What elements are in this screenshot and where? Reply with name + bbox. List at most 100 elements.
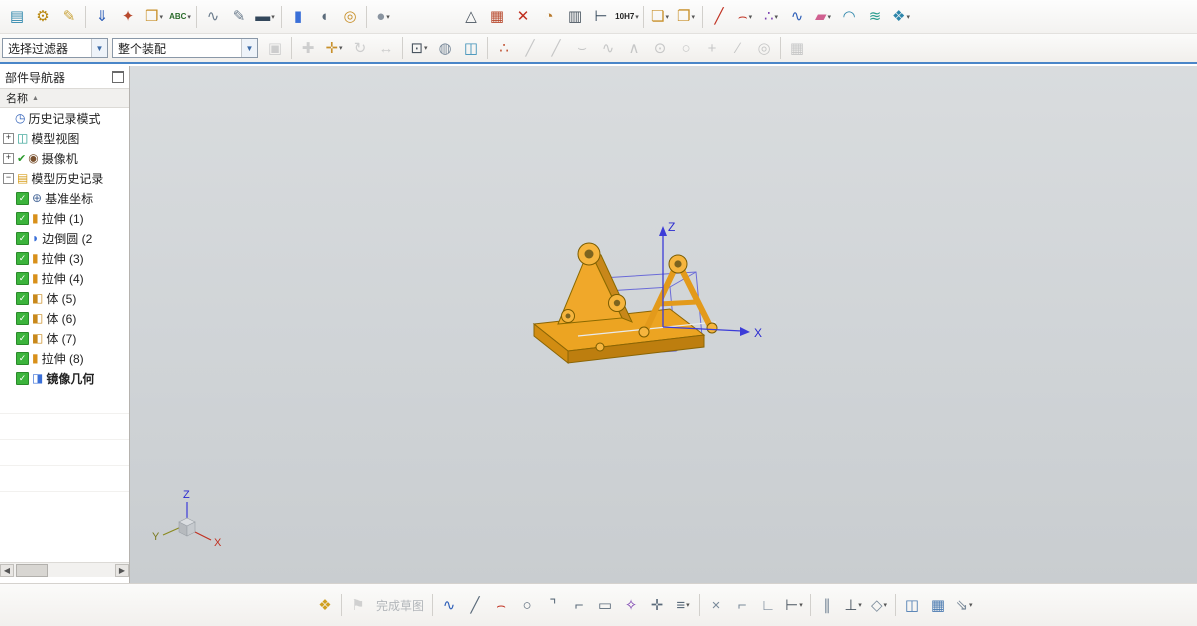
mirror-curve-icon[interactable]: ◫ bbox=[900, 593, 924, 617]
studio-spline-icon[interactable]: ✧ bbox=[619, 593, 643, 617]
layers-icon[interactable]: ▤ bbox=[5, 5, 29, 29]
dropdown-arrow-icon[interactable]: ▾ bbox=[271, 13, 275, 21]
dropdown-arrow-icon[interactable]: ▾ bbox=[159, 13, 163, 21]
feature-checkbox[interactable]: ✓ bbox=[16, 291, 29, 305]
section-pencil-icon[interactable]: ✎ bbox=[227, 5, 251, 29]
tree-item-extrude-4[interactable]: ✓ ▮ 拉伸 (4) bbox=[0, 268, 129, 288]
navigator-horizontal-scrollbar[interactable]: ◀ ▶ bbox=[0, 562, 129, 577]
expand-toggle-icon[interactable]: − bbox=[3, 172, 14, 184]
unite-icon[interactable]: ❏ ▾ bbox=[648, 5, 672, 29]
offset-surface-icon[interactable]: ❖ ▾ bbox=[889, 5, 913, 29]
tree-item-extrude-8[interactable]: ✓ ▮ 拉伸 (8) bbox=[0, 348, 129, 368]
rectangle-icon[interactable]: ▭ bbox=[593, 593, 617, 617]
snap-midpoint-icon[interactable]: ╱ bbox=[544, 36, 568, 60]
scroll-left-icon[interactable]: ◀ bbox=[0, 563, 14, 577]
expand-toggle-icon[interactable]: + bbox=[3, 152, 14, 164]
corner-arc-icon[interactable]: ⌝ bbox=[541, 593, 565, 617]
revolve-icon[interactable]: ◖ bbox=[312, 5, 336, 29]
feature-checkbox[interactable]: ✓ bbox=[16, 351, 29, 365]
draft-icon[interactable]: △ bbox=[459, 5, 483, 29]
dropdown-arrow-icon[interactable]: ▾ bbox=[665, 13, 669, 21]
swept-icon[interactable]: ◠ bbox=[837, 5, 861, 29]
tree-item-body-5[interactable]: ✓ ◧ 体 (5) bbox=[0, 288, 129, 308]
dropdown-arrow-icon[interactable]: ▾ bbox=[686, 601, 690, 609]
quick-trim-icon[interactable]: × bbox=[704, 593, 728, 617]
pattern-curve-icon[interactable]: ▦ bbox=[926, 593, 950, 617]
navigator-column-header[interactable]: 名称 ▲ bbox=[0, 88, 129, 108]
feature-checkbox[interactable]: ✓ bbox=[16, 271, 29, 285]
tree-item-extrude-1[interactable]: ✓ ▮ 拉伸 (1) bbox=[0, 208, 129, 228]
point-set-icon[interactable]: ∴ ▾ bbox=[759, 5, 783, 29]
tree-item-body-6[interactable]: ✓ ◧ 体 (6) bbox=[0, 308, 129, 328]
snap-line-icon[interactable]: ∕ bbox=[726, 36, 750, 60]
snap-vertex-icon[interactable]: ∧ bbox=[622, 36, 646, 60]
measure-icon[interactable]: ⊢ bbox=[589, 5, 613, 29]
tree-item-cameras[interactable]: + ✔ ◉ 摄像机 bbox=[0, 148, 129, 168]
snap-tangent-icon[interactable]: ⌣ bbox=[570, 36, 594, 60]
ruler-icon[interactable]: ▬ ▾ bbox=[253, 5, 277, 29]
selection-scope-dropdown[interactable]: 整个装配 ▼ bbox=[112, 38, 258, 58]
viewport-canvas[interactable]: Z X Z Y X bbox=[130, 66, 1197, 583]
snap-center-icon[interactable]: ⊙ bbox=[648, 36, 672, 60]
feature-checkbox[interactable]: ✓ bbox=[16, 331, 29, 345]
tree-item-model-history[interactable]: − ▤ 模型历史记录 bbox=[0, 168, 129, 188]
dropdown-arrow-icon[interactable]: ▾ bbox=[635, 13, 639, 21]
chamfer-icon[interactable]: ⌐ bbox=[567, 593, 591, 617]
project-curve-icon[interactable]: ⇘ ▾ bbox=[952, 593, 976, 617]
dropdown-arrow-icon[interactable]: ▾ bbox=[775, 13, 779, 21]
tools-icon[interactable]: ✦ bbox=[116, 5, 140, 29]
sort-ascending-icon[interactable]: ▲ bbox=[32, 95, 39, 102]
paste-icon[interactable]: ⇓ bbox=[90, 5, 114, 29]
finish-sketch-icon[interactable]: ⚑ bbox=[346, 593, 370, 617]
move-handle-icon[interactable]: ↔ bbox=[374, 36, 398, 60]
point-icon[interactable]: ✛ bbox=[645, 593, 669, 617]
show-constraints-icon[interactable]: ◇ ▾ bbox=[867, 593, 891, 617]
dropdown-arrow-icon[interactable]: ▾ bbox=[386, 13, 390, 21]
gears-icon[interactable]: ⚙ bbox=[31, 5, 55, 29]
surface-icon[interactable]: ▰ ▾ bbox=[811, 5, 835, 29]
circle-icon[interactable]: ○ bbox=[515, 593, 539, 617]
spline-icon[interactable]: ∿ bbox=[785, 5, 809, 29]
make-corner-icon[interactable]: ∟ bbox=[756, 593, 780, 617]
chevron-down-icon[interactable]: ▼ bbox=[241, 39, 257, 57]
tree-item-datum-csys[interactable]: ✓ ⊕ 基准坐标 bbox=[0, 188, 129, 208]
magnet-plus-icon[interactable]: ✚ bbox=[296, 36, 320, 60]
undock-window-icon[interactable] bbox=[112, 71, 124, 83]
scrollbar-thumb[interactable] bbox=[16, 563, 48, 577]
snap-quadrant-icon[interactable]: ◎ bbox=[752, 36, 776, 60]
tree-item-model-views[interactable]: + ◫ 模型视图 bbox=[0, 128, 129, 148]
dropdown-arrow-icon[interactable]: ▾ bbox=[906, 13, 910, 21]
dropdown-arrow-icon[interactable]: ▾ bbox=[691, 13, 695, 21]
spreadsheet-icon[interactable]: ▥ bbox=[563, 5, 587, 29]
rotate-handle-icon[interactable]: ↻ bbox=[348, 36, 372, 60]
tree-item-mirror-geometry[interactable]: ✓ ◨ 镜像几何 bbox=[0, 368, 129, 388]
graphics-viewport[interactable]: Z X Z Y X bbox=[130, 66, 1197, 583]
dropdown-arrow-icon[interactable]: ▾ bbox=[828, 13, 832, 21]
text-abc-icon[interactable]: ABC ▾ bbox=[168, 5, 192, 29]
dropdown-arrow-icon[interactable]: ▾ bbox=[858, 601, 862, 609]
tree-item-extrude-3[interactable]: ✓ ▮ 拉伸 (3) bbox=[0, 248, 129, 268]
through-curves-icon[interactable]: ≋ bbox=[863, 5, 887, 29]
snap-circle-icon[interactable]: ○ bbox=[674, 36, 698, 60]
sweep-curve-icon[interactable]: ∿ bbox=[201, 5, 225, 29]
view-triad[interactable]: Z Y X bbox=[152, 489, 222, 549]
selection-filter-dropdown[interactable]: 选择过滤器 ▼ bbox=[2, 38, 108, 58]
dropdown-arrow-icon[interactable]: ▾ bbox=[749, 13, 753, 21]
edit-feature-icon[interactable]: ✕ bbox=[511, 5, 535, 29]
tree-item-body-7[interactable]: ✓ ◧ 体 (7) bbox=[0, 328, 129, 348]
marquee-select-icon[interactable]: ⊡ ▾ bbox=[407, 36, 431, 60]
snap-spline-icon[interactable]: ∿ bbox=[596, 36, 620, 60]
tolerance-icon[interactable]: 10H7 ▾ bbox=[615, 5, 639, 29]
hole-icon[interactable]: ◎ bbox=[338, 5, 362, 29]
pmi-box-icon[interactable]: ❒ ▾ bbox=[142, 5, 166, 29]
line-icon[interactable]: ╱ bbox=[707, 5, 731, 29]
pattern-feature-icon[interactable]: ❐ ▾ bbox=[674, 5, 698, 29]
arc-icon[interactable]: ⌢ ▾ bbox=[733, 5, 757, 29]
dropdown-arrow-icon[interactable]: ▾ bbox=[187, 13, 191, 21]
snap-pattern-icon[interactable]: ∴ bbox=[492, 36, 516, 60]
line-icon[interactable]: ╱ bbox=[463, 593, 487, 617]
profile-icon[interactable]: ∿ bbox=[437, 593, 461, 617]
expand-toggle-icon[interactable]: + bbox=[3, 132, 14, 144]
dropdown-arrow-icon[interactable]: ▾ bbox=[969, 601, 973, 609]
tree-item-edge-blend-2[interactable]: ✓ ◗ 边倒圆 (2 bbox=[0, 228, 129, 248]
